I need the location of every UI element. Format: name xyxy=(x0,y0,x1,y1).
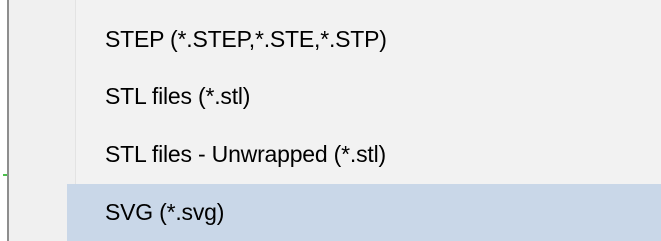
menu-item-label: STL files - Unwrapped (*.stl) xyxy=(105,140,386,167)
menu-item-svg-highlighted[interactable]: SVG (*.svg) xyxy=(67,184,661,241)
file-type-menu-screen: STEP (*.STEP,*.STE,*.STP) STL files (*.s… xyxy=(0,0,661,241)
menu-item-label: STEP (*.STEP,*.STE,*.STP) xyxy=(105,25,387,52)
menu-item-step[interactable]: STEP (*.STEP,*.STE,*.STP) xyxy=(9,12,661,66)
menu-item-label: SVG (*.svg) xyxy=(105,199,225,225)
menu-item-stl-unwrapped[interactable]: STL files - Unwrapped (*.stl) xyxy=(9,127,661,181)
menu-item-label: STL files (*.stl) xyxy=(105,82,251,109)
background-green-mark xyxy=(3,174,7,176)
file-type-dropdown-menu: STEP (*.STEP,*.STE,*.STP) STL files (*.s… xyxy=(9,0,661,241)
menu-item-stl[interactable]: STL files (*.stl) xyxy=(9,69,661,123)
